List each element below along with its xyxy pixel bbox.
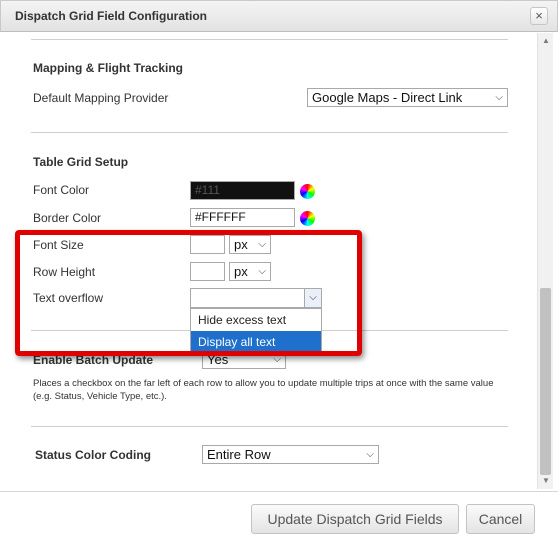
mapping-section-title: Mapping & Flight Tracking xyxy=(33,61,183,75)
color-wheel-icon[interactable] xyxy=(300,211,315,226)
border-color-label: Border Color xyxy=(33,211,102,225)
chevron-down-icon: ⌵ xyxy=(366,449,374,460)
mapping-provider-label: Default Mapping Provider xyxy=(33,91,169,105)
close-icon: × xyxy=(535,8,543,23)
scroll-thumb[interactable] xyxy=(540,288,551,475)
update-dispatch-grid-button[interactable]: Update Dispatch Grid Fields xyxy=(251,504,459,534)
status-color-coding-select[interactable]: Entire Row ⌵ xyxy=(202,445,379,464)
color-wheel-icon[interactable] xyxy=(300,184,315,199)
close-button[interactable]: × xyxy=(530,7,548,25)
scroll-down-icon[interactable]: ▼ xyxy=(538,473,554,489)
chevron-down-icon: ⌵ xyxy=(495,92,503,103)
vertical-scrollbar[interactable]: ▲ ▼ xyxy=(537,33,553,489)
table-grid-section-title: Table Grid Setup xyxy=(33,155,129,169)
footer-divider xyxy=(0,491,558,492)
status-color-coding-value: Entire Row xyxy=(207,447,271,462)
status-color-coding-label: Status Color Coding xyxy=(35,448,151,462)
dialog-title: Dispatch Grid Field Configuration xyxy=(15,9,207,23)
dialog-titlebar: Dispatch Grid Field Configuration × xyxy=(0,0,558,32)
cancel-button[interactable]: Cancel xyxy=(466,504,535,534)
scroll-up-icon[interactable]: ▲ xyxy=(538,33,554,49)
divider xyxy=(31,39,508,40)
border-color-input[interactable]: #FFFFFF xyxy=(190,208,295,227)
font-color-label: Font Color xyxy=(33,183,90,197)
font-color-input[interactable]: #111 xyxy=(190,181,295,200)
highlight-annotation xyxy=(15,230,362,356)
divider xyxy=(31,132,508,133)
divider xyxy=(31,426,508,427)
batch-update-help: Places a checkbox on the far left of eac… xyxy=(33,378,494,402)
mapping-provider-select[interactable]: Google Maps - Direct Link ⌵ xyxy=(307,88,508,107)
mapping-provider-value: Google Maps - Direct Link xyxy=(312,90,463,105)
